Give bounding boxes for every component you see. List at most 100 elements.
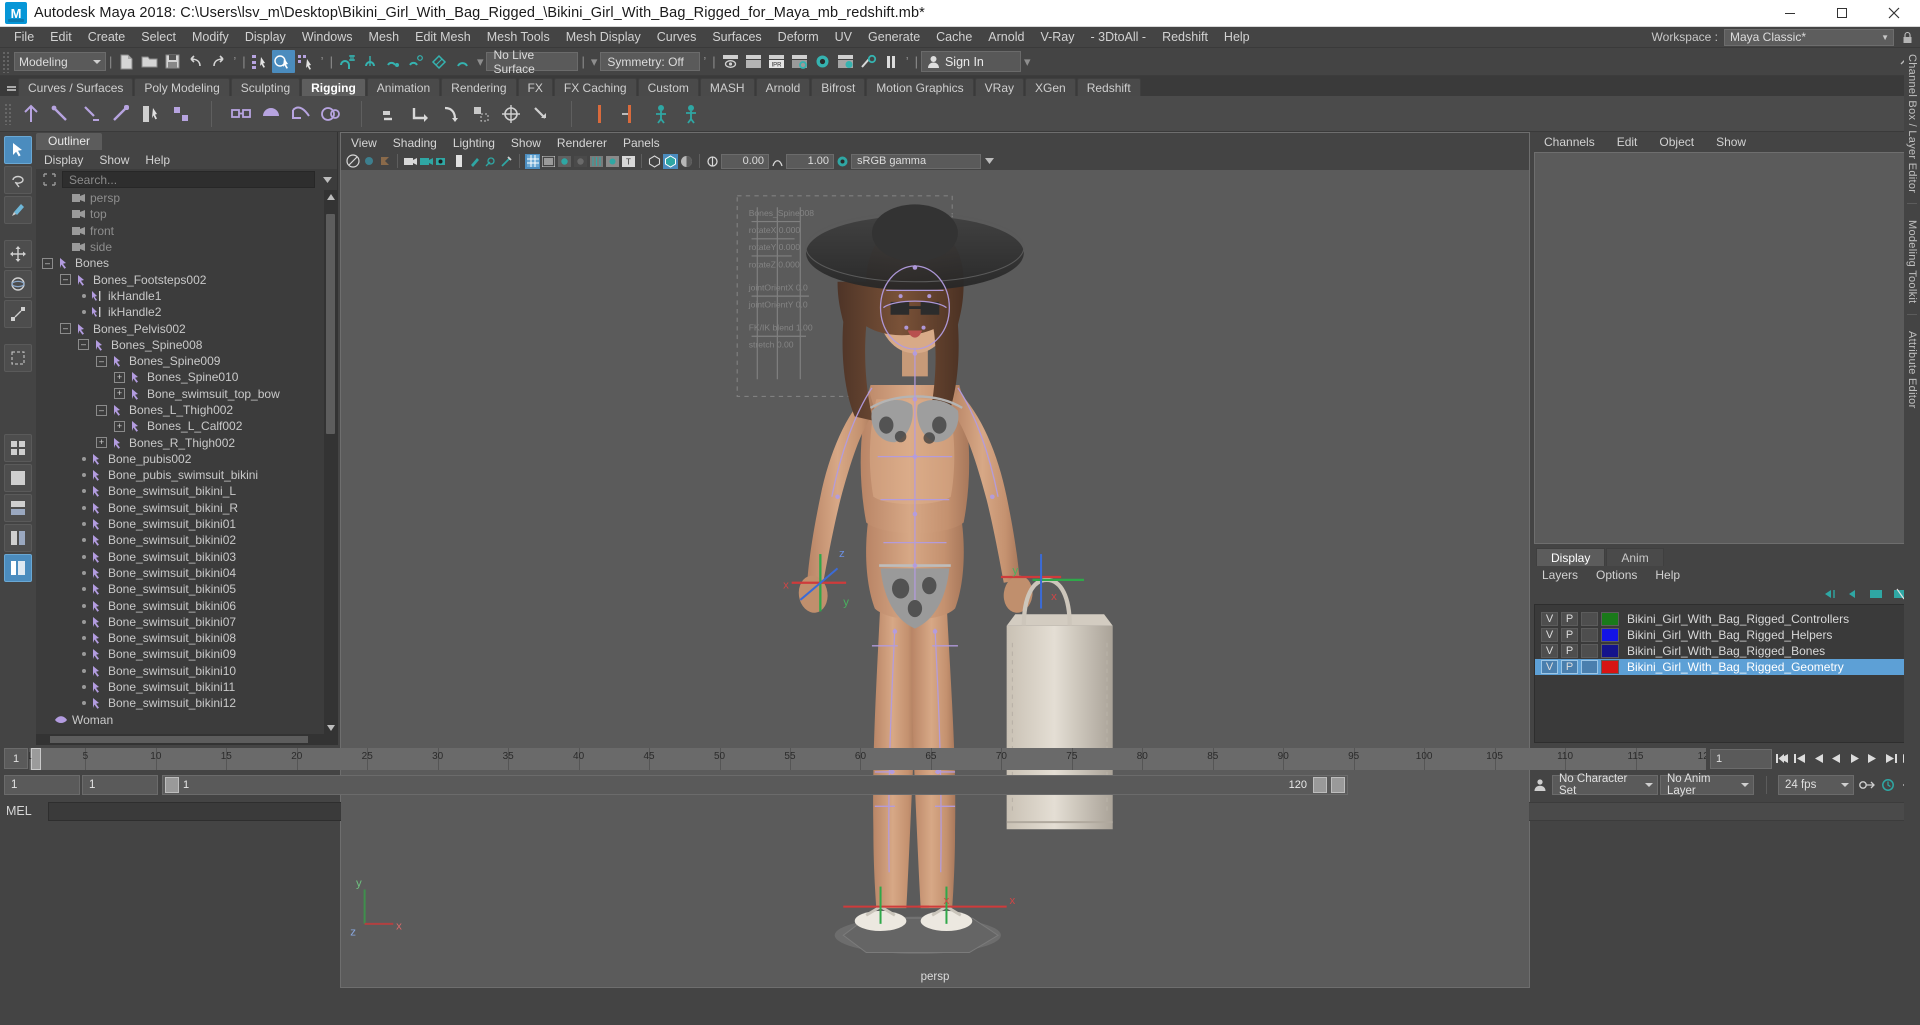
paint-select-tool-button[interactable] [4, 196, 32, 224]
snap-to-view-plane-icon[interactable] [428, 50, 451, 73]
layout-four-view-button[interactable] [4, 434, 32, 462]
menu-create[interactable]: Create [80, 27, 134, 48]
isolate-select-icon[interactable] [679, 154, 694, 169]
modeling-toolkit-tab[interactable]: Modeling Toolkit [1906, 220, 1918, 303]
pause-render-icon[interactable] [880, 50, 903, 73]
scale-tool-button[interactable] [4, 300, 32, 328]
move-layer-up-icon[interactable] [1820, 586, 1836, 602]
make-live-icon[interactable] [451, 50, 474, 73]
insert-joint-tool-icon[interactable] [106, 99, 136, 129]
channelbox-menu-edit[interactable]: Edit [1617, 135, 1638, 149]
outliner-row[interactable]: Bone_swimsuit_bikini10 [36, 663, 323, 679]
channelbox-menu-show[interactable]: Show [1716, 135, 1746, 149]
attribute-editor-tab[interactable]: Attribute Editor [1906, 331, 1918, 409]
menu-deform[interactable]: Deform [770, 27, 827, 48]
snap-to-curve-icon[interactable] [359, 50, 382, 73]
shelf-tab-motion-graphics[interactable]: Motion Graphics [866, 78, 974, 96]
statusline-gripper[interactable] [2, 50, 11, 73]
xray-icon[interactable] [499, 154, 514, 169]
outliner-row[interactable]: ikHandle2 [36, 304, 323, 320]
tab-display-layers[interactable]: Display [1536, 548, 1606, 566]
live-surface-field[interactable]: No Live Surface [486, 48, 579, 76]
color-management-icon[interactable] [835, 154, 850, 169]
menu-windows[interactable]: Windows [294, 27, 361, 48]
save-scene-icon[interactable] [161, 50, 184, 73]
reset-transforms-icon[interactable] [466, 99, 496, 129]
layer-type-toggle[interactable] [1581, 628, 1598, 642]
move-layer-down-icon[interactable] [1844, 586, 1860, 602]
time-cursor[interactable] [31, 747, 41, 770]
close-button[interactable] [1868, 0, 1920, 27]
outliner-tree[interactable]: persp top front side – Bones – Bones_Footsteps0… [36, 190, 337, 734]
shelf-tab-poly-modeling[interactable]: Poly Modeling [134, 78, 230, 96]
select-by-hierarchy-icon[interactable] [249, 50, 272, 73]
film-gate-icon[interactable] [541, 154, 556, 169]
viewport-menu-lighting[interactable]: Lighting [453, 136, 495, 150]
layout-persp-graph-button[interactable] [4, 494, 32, 522]
outliner-scroll-thumb[interactable] [326, 214, 335, 434]
shelf-tab-fx[interactable]: FX [517, 78, 553, 96]
ipr-render-icon[interactable]: IPR [765, 50, 788, 73]
create-ik-handle-icon[interactable] [46, 99, 76, 129]
shelf-tab-xgen[interactable]: XGen [1025, 78, 1076, 96]
human-ik-icon[interactable] [676, 99, 706, 129]
outliner-row[interactable]: Bone_swimsuit_bikini01 [36, 516, 323, 532]
camera-attributes-icon[interactable] [361, 154, 376, 169]
menu-cache[interactable]: Cache [928, 27, 980, 48]
range-scroll-handle[interactable] [1331, 777, 1345, 793]
shadows-icon[interactable] [435, 154, 450, 169]
xray-active-components-icon[interactable] [663, 153, 678, 169]
time-slider-start-field[interactable]: 1 [4, 748, 28, 769]
menu-modify[interactable]: Modify [184, 27, 237, 48]
exposure-control-icon[interactable] [705, 154, 720, 169]
viewport-menu-renderer[interactable]: Renderer [557, 136, 607, 150]
lasso-select-tool-button[interactable] [4, 166, 32, 194]
image-plane-icon[interactable] [403, 154, 418, 169]
layout-single-perspective-button[interactable] [4, 464, 32, 492]
shelf-tab-animation[interactable]: Animation [366, 78, 441, 96]
workspace-select[interactable]: Maya Classic* ▼ [1724, 28, 1894, 46]
auto-key-icon[interactable] [1856, 775, 1876, 795]
tab-outliner[interactable]: Outliner [36, 133, 103, 150]
viewport-menu-view[interactable]: View [351, 136, 377, 150]
playback-speed-select[interactable]: 24 fps [1778, 775, 1854, 795]
smooth-shade-icon[interactable] [573, 154, 588, 169]
snap-to-grid-icon[interactable] [336, 50, 359, 73]
layer-type-toggle[interactable] [1581, 660, 1598, 674]
texture-display-icon[interactable] [589, 154, 604, 169]
menu-display[interactable]: Display [237, 27, 294, 48]
quick-rig-icon[interactable] [646, 99, 676, 129]
grid-toggle-icon[interactable] [525, 153, 540, 169]
current-frame-field[interactable]: 1 [1710, 748, 1772, 769]
viewport-menu-shading[interactable]: Shading [393, 136, 437, 150]
display-layer-row[interactable]: V P Bikini_Girl_With_Bag_Rigged_Bones [1535, 643, 1917, 659]
outliner-menu-help[interactable]: Help [145, 153, 170, 167]
new-scene-icon[interactable] [115, 50, 138, 73]
text-display-icon[interactable]: T [621, 154, 636, 169]
shelf-tab-rigging[interactable]: Rigging [301, 78, 366, 96]
point-constraint-icon[interactable] [616, 99, 646, 129]
channel-box-body[interactable] [1534, 152, 1918, 544]
minimize-button[interactable] [1764, 0, 1816, 27]
channelbox-menu-channels[interactable]: Channels [1544, 135, 1595, 149]
gamma-value[interactable]: 1.00 [786, 153, 834, 169]
lock-icon[interactable] [1898, 29, 1916, 46]
chevron-down-icon[interactable] [982, 154, 997, 169]
create-wrap-icon[interactable] [286, 99, 316, 129]
select-by-object-icon[interactable] [271, 50, 295, 73]
outliner-row[interactable]: – Bones_L_Thigh002 [36, 402, 323, 418]
shelf-tab-fx-caching[interactable]: FX Caching [553, 78, 637, 96]
range-slider-track[interactable]: 1 120 [162, 775, 1348, 795]
shelf-tab-bifrost[interactable]: Bifrost [811, 78, 866, 96]
menu-redshift[interactable]: Redshift [1154, 27, 1216, 48]
redo-icon[interactable] [207, 50, 230, 73]
outliner-row[interactable]: Bone_pubis_swimsuit_bikini [36, 467, 323, 483]
layer-color-swatch[interactable] [1601, 644, 1619, 658]
step-back-keyframe-icon[interactable] [1792, 750, 1808, 768]
two-sided-lighting-icon[interactable] [419, 154, 434, 169]
collapse-icon[interactable]: – [42, 257, 53, 269]
menu-surfaces[interactable]: Surfaces [704, 27, 769, 48]
channel-box-layer-editor-tab[interactable]: Channel Box / Layer Editor [1906, 54, 1918, 193]
viewport-canvas[interactable]: Bones_Spine008 rotateX 0.000 rotateY 0.00… [341, 170, 1529, 987]
select-by-component-icon[interactable] [295, 50, 318, 73]
